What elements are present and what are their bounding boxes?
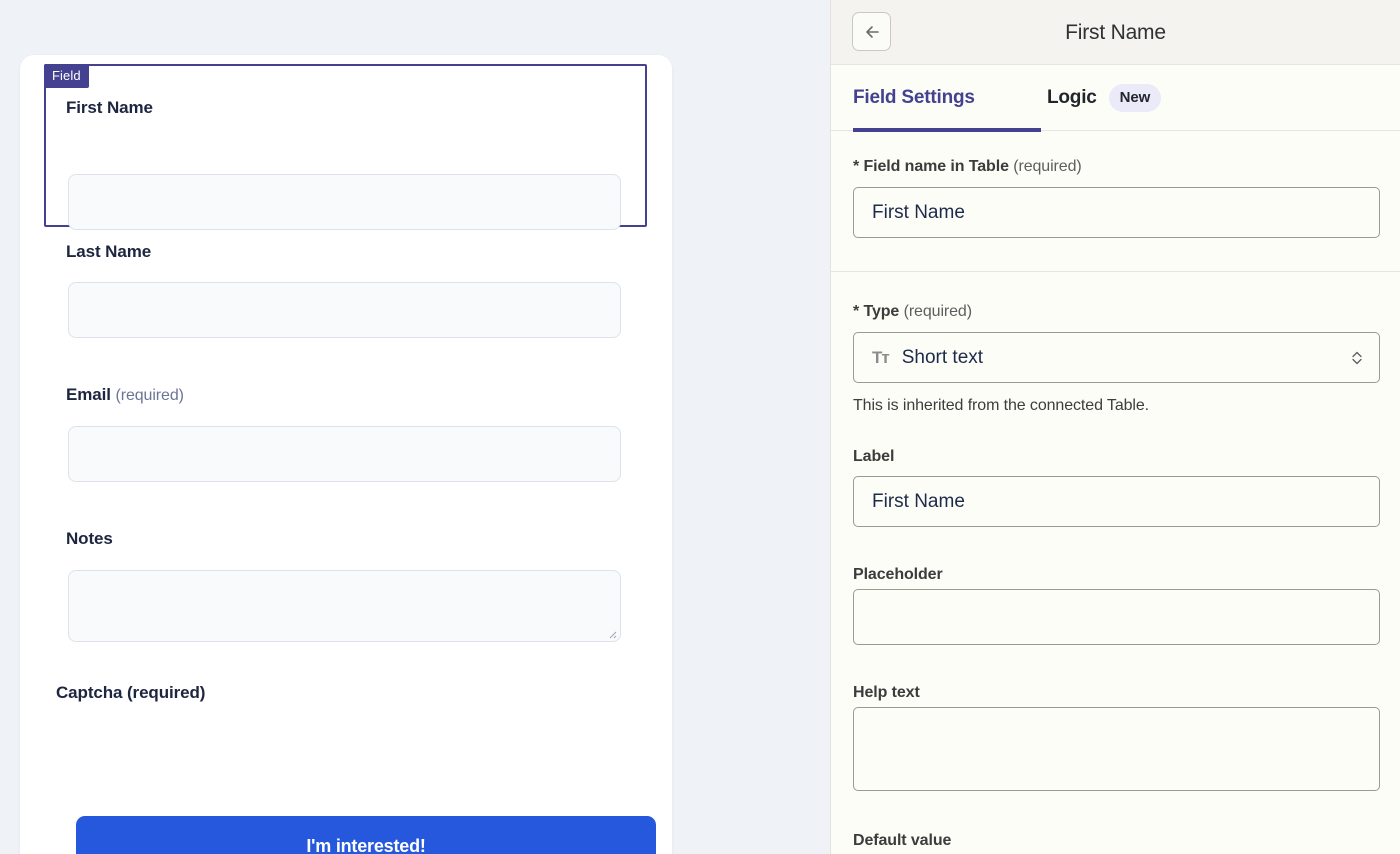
placeholder-input[interactable] [853, 589, 1380, 645]
form-input-last-name[interactable] [68, 282, 621, 338]
help-text-input[interactable] [853, 707, 1380, 791]
panel-header: First Name [831, 0, 1400, 65]
arrow-left-icon [865, 25, 879, 38]
form-field-label-notes: Notes [66, 529, 113, 548]
form-field-label-email: Email (required) [66, 385, 184, 404]
form-preview-pane: Field First Name Last Name Email (requir… [0, 0, 830, 854]
label-field-label: Label [853, 448, 895, 465]
field-name-required-note: (required) [1013, 158, 1082, 175]
email-required-note: (required) [115, 387, 184, 404]
tab-logic[interactable]: Logic New [1047, 65, 1162, 131]
chevron-updown-icon [1352, 351, 1362, 364]
type-inherited-hint: This is inherited from the connected Tab… [853, 397, 1150, 414]
field-name-label: * Field name in Table (required) [853, 158, 1082, 175]
field-name-input[interactable] [853, 187, 1380, 238]
panel-tabs: Field Settings Logic New [831, 65, 1400, 132]
back-button[interactable] [852, 12, 891, 51]
tab-logic-label: Logic [1047, 87, 1097, 108]
field-settings-panel: First Name Field Settings Logic New * Fi… [830, 0, 1400, 854]
app-root: Field First Name Last Name Email (requir… [0, 0, 1400, 854]
form-field-label-captcha: Captcha (required) [56, 683, 206, 702]
panel-title: First Name [1065, 20, 1166, 44]
field-type-tag: Field [44, 64, 89, 88]
type-select-value: Short text [901, 346, 984, 368]
type-required-note: (required) [903, 303, 972, 320]
type-label: * Type (required) [853, 303, 972, 320]
form-input-first-name[interactable] [68, 174, 621, 230]
placeholder-field-label: Placeholder [853, 566, 943, 583]
tab-field-settings[interactable]: Field Settings [853, 65, 1041, 132]
type-select[interactable]: Tт Short text [853, 332, 1380, 383]
form-field-label-last-name: Last Name [66, 242, 152, 261]
resize-handle-icon[interactable] [605, 627, 617, 639]
tab-field-settings-label: Field Settings [853, 87, 975, 108]
section-divider [831, 271, 1400, 272]
new-badge: New [1108, 84, 1162, 112]
form-textarea-notes[interactable] [68, 570, 621, 642]
submit-button[interactable]: I'm interested! [76, 816, 656, 854]
form-card: Field First Name Last Name Email (requir… [20, 55, 672, 854]
default-value-label: Default value [853, 832, 952, 849]
label-input[interactable] [853, 476, 1380, 527]
form-input-email[interactable] [68, 426, 621, 482]
text-format-icon: Tт [872, 347, 890, 367]
help-text-label: Help text [853, 684, 920, 701]
form-field-label-first-name: First Name [66, 98, 153, 117]
panel-body: * Field name in Table (required) * Type … [831, 131, 1400, 854]
